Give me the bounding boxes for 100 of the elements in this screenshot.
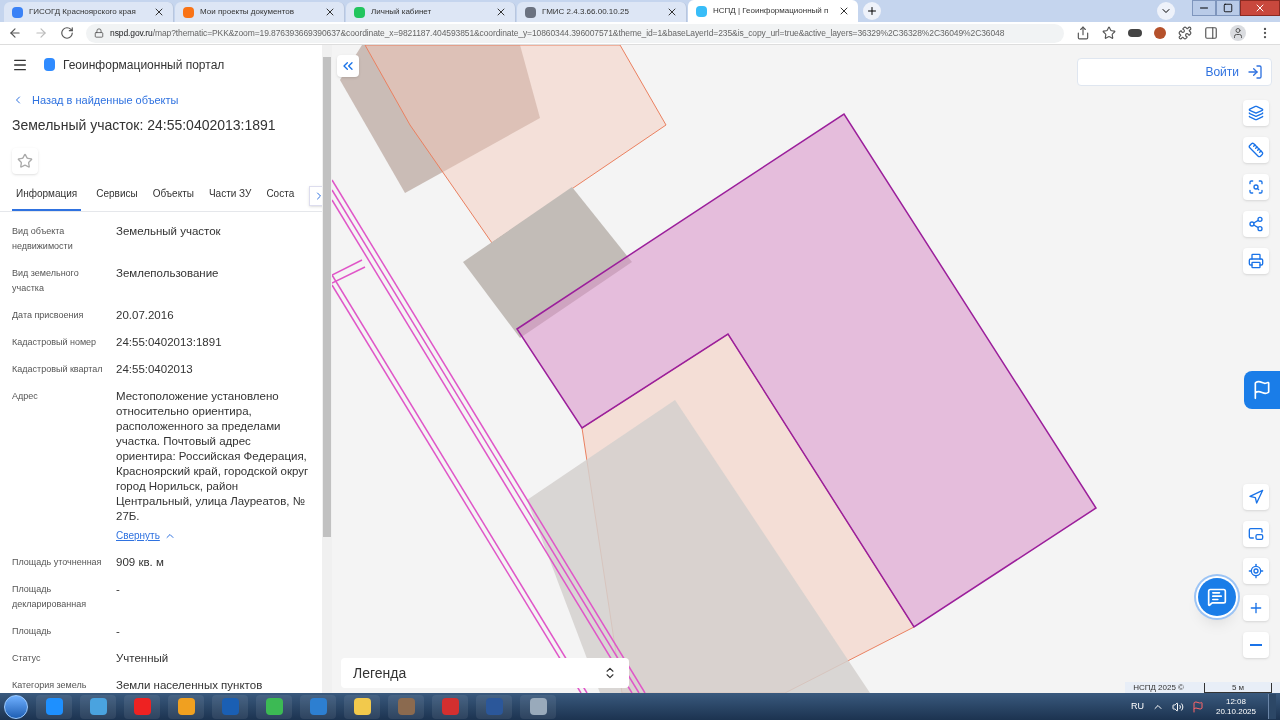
- browser-tab[interactable]: Мои проекты документов: [175, 2, 345, 22]
- print-button[interactable]: [1243, 248, 1269, 274]
- scrollbar-thumb[interactable]: [323, 57, 331, 537]
- field-label: Площадь уточненная: [12, 556, 103, 569]
- panel-tab[interactable]: Соста: [266, 186, 295, 211]
- browser-tab[interactable]: ГИСОГД Красноярского края: [4, 2, 174, 22]
- minimize-button[interactable]: [1192, 0, 1216, 16]
- close-icon[interactable]: [153, 6, 165, 18]
- field-label: Дата присвоения: [12, 309, 85, 322]
- app-logo-icon: [89, 698, 107, 715]
- lock-icon: [94, 28, 104, 38]
- language-indicator[interactable]: RU: [1130, 699, 1144, 714]
- layers-button[interactable]: [1243, 100, 1269, 126]
- field-value: Земельный участок: [116, 224, 221, 239]
- object-title: Земельный участок: 24:55:0402013:1891: [11, 116, 277, 136]
- legend-dropdown[interactable]: Легенда: [341, 658, 629, 688]
- collapse-link[interactable]: Свернуть: [116, 528, 310, 543]
- extension-icon[interactable]: [1154, 27, 1166, 39]
- panel-tab[interactable]: Информация: [12, 186, 82, 211]
- taskbar-app-icon[interactable]: [344, 694, 380, 719]
- field-value: Земли населенных пунктов: [116, 678, 263, 693]
- field-label: Статус: [12, 652, 42, 665]
- layers-icon: [1248, 105, 1264, 121]
- close-icon[interactable]: [495, 6, 507, 18]
- app-logo-icon: [397, 698, 415, 715]
- close-icon: [1254, 2, 1266, 14]
- locate-button[interactable]: [1243, 558, 1269, 584]
- maximize-button[interactable]: [1216, 0, 1240, 16]
- field-value: -: [116, 624, 120, 639]
- field-value: -: [116, 582, 120, 597]
- field-value: 20.07.2016: [116, 308, 174, 323]
- browser-tab[interactable]: Личный кабинет: [346, 2, 516, 22]
- field-value: Учтенный: [116, 651, 169, 666]
- login-button[interactable]: Войти: [1077, 58, 1272, 86]
- share-button[interactable]: [1243, 211, 1269, 237]
- navigate-icon: [1248, 489, 1264, 505]
- app-logo-icon: [265, 698, 283, 715]
- clock-date: 20.10.2025: [1215, 706, 1256, 717]
- share-icon[interactable]: [1076, 26, 1090, 40]
- taskbar-app-icon[interactable]: [168, 694, 204, 719]
- star-icon: [17, 152, 33, 169]
- bookmark-star-icon[interactable]: [1102, 26, 1116, 40]
- tab-title: Личный кабинет: [371, 6, 433, 18]
- taskbar-app-icon[interactable]: [256, 694, 292, 719]
- new-tab-button[interactable]: [863, 2, 881, 20]
- app-logo-icon: [485, 698, 503, 715]
- collapse-panel-button[interactable]: [337, 55, 359, 77]
- field-value: Землепользование: [116, 266, 219, 281]
- side-tab-button[interactable]: [1244, 371, 1280, 409]
- field-value: 24:55:0402013: [116, 362, 193, 377]
- app-logo-icon: [529, 698, 547, 715]
- close-icon[interactable]: [838, 5, 850, 17]
- taskbar-app-icon[interactable]: [520, 694, 556, 719]
- chat-icon: [1207, 587, 1227, 607]
- start-orb-icon[interactable]: [4, 694, 28, 719]
- ruler-icon: [1248, 142, 1264, 158]
- show-desktop-button[interactable]: [1268, 694, 1276, 719]
- zoom-in-icon: [1248, 600, 1264, 616]
- back-link[interactable]: Назад в найденные объекты: [0, 84, 322, 116]
- tab-search-button[interactable]: [1157, 2, 1175, 20]
- login-icon: [1247, 64, 1263, 80]
- address-field[interactable]: nspd.gov.ru/map?thematic=PKK&zoom=19.876393669390637&coordinate_x=9821187.404593851&coordinate_y=10860344.396007571&theme_id=1&baseLayerId=235&is_copy_url=true&active_layers=36329%2C36328%2C36049%2C36048: [86, 23, 1064, 43]
- panel-tab[interactable]: Сервисы: [96, 186, 138, 211]
- panel-tab[interactable]: Объекты: [152, 186, 194, 211]
- close-icon[interactable]: [666, 6, 678, 18]
- taskbar-app-icon[interactable]: [80, 694, 116, 719]
- panel-tab[interactable]: Части ЗУ: [208, 186, 252, 211]
- app-logo-icon: [45, 698, 63, 715]
- volume-icon[interactable]: [1171, 700, 1184, 713]
- profile-icon[interactable]: [1230, 25, 1246, 41]
- browser-tab[interactable]: ГМИС 2.4.3.66.00.10.25: [517, 2, 687, 22]
- reload-icon[interactable]: [60, 26, 74, 40]
- browser-tab[interactable]: НСПД | Геоинформационный п: [688, 0, 858, 22]
- extensions-icon[interactable]: [1178, 26, 1192, 40]
- navigate-button[interactable]: [1243, 484, 1269, 510]
- tab-title: Мои проекты документов: [200, 6, 296, 18]
- app-logo-icon: [133, 698, 151, 715]
- field-label: Вид земельного участка: [12, 267, 80, 295]
- app-logo-icon: [309, 698, 327, 715]
- back-icon[interactable]: [8, 26, 22, 40]
- minimap-button[interactable]: [1243, 521, 1269, 547]
- ruler-button[interactable]: [1243, 137, 1269, 163]
- zoom-out-button[interactable]: [1243, 632, 1269, 658]
- close-icon[interactable]: [324, 6, 336, 18]
- minimap-icon: [1248, 526, 1264, 542]
- panel-scrollbar[interactable]: [322, 45, 332, 693]
- area-search-button[interactable]: [1243, 174, 1269, 200]
- chat-button[interactable]: [1198, 578, 1236, 616]
- field-value: Местоположение установлено относительно ориентира, расположенного за пределами участка. Почтовый адрес ориентира: Российская Федерация, Красноярский край, городской округ город Норильск, район Центральный, улица Лауреатов, № 27Б.: [116, 389, 310, 524]
- flag-icon[interactable]: [1191, 700, 1204, 713]
- site-favicon-icon: [12, 6, 23, 18]
- site-favicon-icon: [696, 5, 707, 17]
- extension-icon[interactable]: [1128, 29, 1142, 37]
- side-panel-icon[interactable]: [1204, 26, 1218, 40]
- map-view[interactable]: Войти Легенда НСПД 2025 © 5 м: [332, 45, 1280, 693]
- zoom-in-button[interactable]: [1243, 595, 1269, 621]
- field-label: Площадь декларированная: [12, 583, 88, 611]
- taskbar-app-icon[interactable]: [36, 694, 72, 719]
- site-favicon-icon: [525, 6, 536, 18]
- close-window-button[interactable]: [1240, 0, 1280, 16]
